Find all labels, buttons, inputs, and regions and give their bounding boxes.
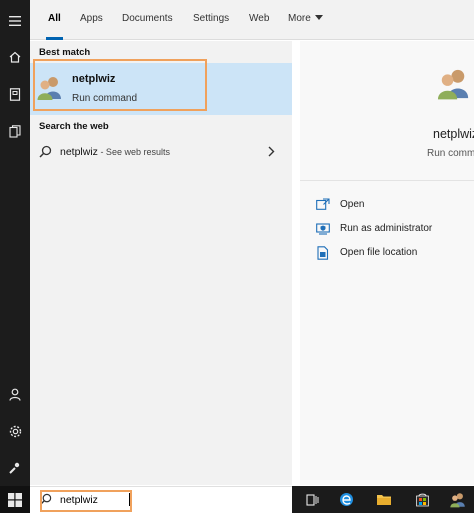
web-result-item[interactable]: netplwiz - See web results: [30, 139, 292, 165]
store-icon[interactable]: [406, 486, 438, 513]
file-location-icon: [316, 246, 329, 263]
users-large-icon: [436, 67, 472, 104]
chevron-down-icon: [314, 15, 323, 20]
file-explorer-icon[interactable]: [368, 486, 400, 513]
tab-documents[interactable]: Documents: [122, 0, 173, 40]
search-web-heading: Search the web: [39, 121, 109, 132]
preview-pane: netplwiz Run comma Open Run as administr…: [300, 41, 474, 485]
open-file-location-label: Open file location: [340, 247, 418, 258]
tab-settings[interactable]: Settings: [193, 0, 229, 40]
users-taskbar-icon[interactable]: [442, 486, 474, 513]
search-input-value[interactable]: netplwiz: [60, 494, 98, 506]
taskbar-search-box[interactable]: netplwiz: [30, 486, 292, 513]
hamburger-menu-icon[interactable]: [0, 8, 30, 34]
run-as-administrator-action[interactable]: Run as administrator: [316, 220, 466, 238]
web-result-text: netplwiz - See web results: [60, 146, 170, 158]
web-result-query: netplwiz: [60, 146, 98, 158]
preview-divider: [300, 180, 474, 181]
settings-gear-icon[interactable]: [0, 418, 30, 444]
best-match-heading: Best match: [39, 47, 91, 58]
run-as-administrator-label: Run as administrator: [340, 223, 433, 234]
preview-app-name: netplwiz: [433, 127, 474, 141]
chevron-right-icon[interactable]: [268, 146, 275, 160]
open-icon: [316, 198, 330, 213]
open-label: Open: [340, 199, 365, 210]
taskbar: [292, 486, 474, 513]
tab-more[interactable]: More: [288, 0, 323, 40]
start-button[interactable]: [0, 486, 30, 513]
open-file-location-action[interactable]: Open file location: [316, 244, 456, 262]
open-action[interactable]: Open: [316, 196, 436, 214]
notebook-icon[interactable]: [0, 81, 30, 107]
edge-browser-icon[interactable]: [330, 486, 362, 513]
search-icon: [39, 145, 52, 161]
admin-shield-icon: [316, 222, 330, 238]
task-view-icon[interactable]: [296, 486, 328, 513]
results-pane: Best match netplwiz Run command Search t…: [30, 41, 292, 485]
tab-more-label: More: [288, 13, 311, 24]
tab-apps[interactable]: Apps: [80, 0, 103, 40]
left-rail: [0, 0, 30, 513]
web-result-hint: - See web results: [97, 147, 170, 157]
windows-logo-icon: [8, 492, 22, 507]
tab-web[interactable]: Web: [249, 0, 269, 40]
user-account-icon[interactable]: [0, 381, 30, 407]
preview-app-type: Run comma: [427, 148, 474, 159]
search-filter-tabs: All Apps Documents Settings Web More: [30, 0, 474, 40]
home-icon[interactable]: [0, 44, 30, 70]
power-user-icon[interactable]: [0, 455, 30, 481]
text-cursor: [129, 493, 130, 506]
best-match-highlight-box: [33, 59, 207, 111]
tab-all[interactable]: All: [46, 0, 63, 40]
documents-icon[interactable]: [0, 118, 30, 144]
